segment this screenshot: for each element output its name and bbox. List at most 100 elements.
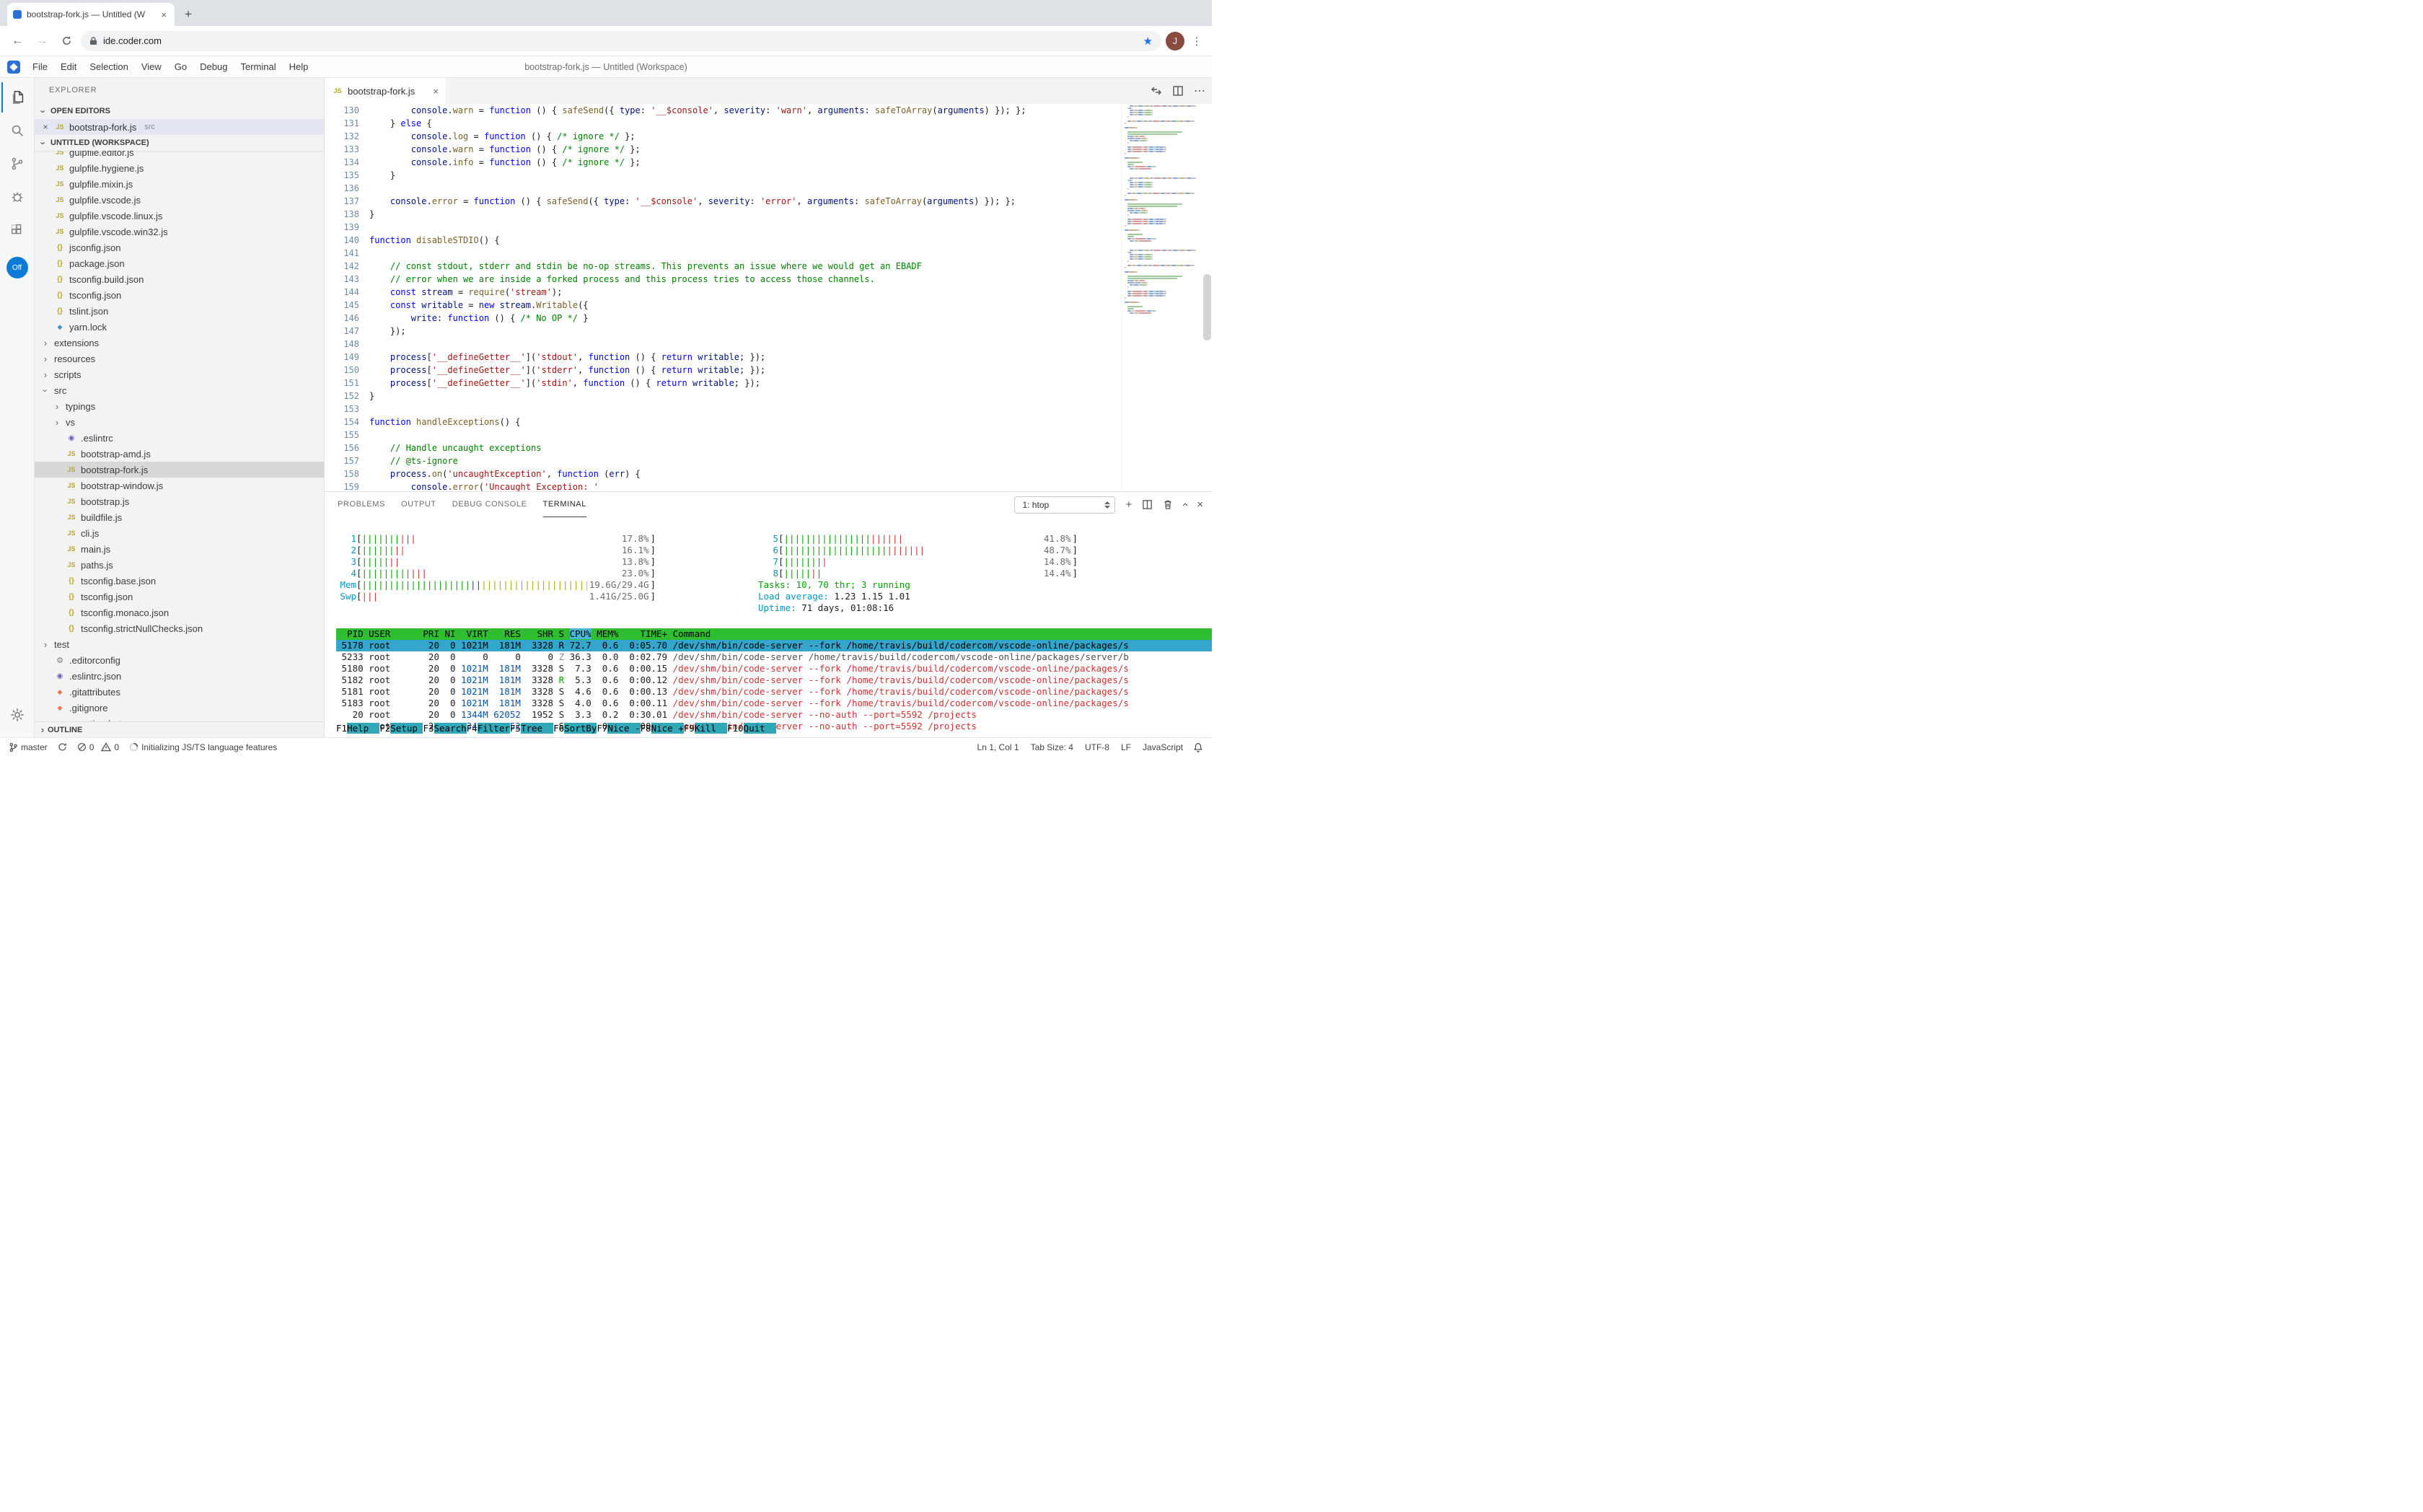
htop-process-row[interactable]: 20 root 20 0 1344M 62052 1952 S 3.3 0.2 … xyxy=(336,709,1212,721)
open-changes-icon[interactable] xyxy=(1151,85,1162,97)
tree-item[interactable]: {}package.json xyxy=(35,255,324,271)
tree-item[interactable]: ◉.eslintrc.json xyxy=(35,668,324,684)
tree-item[interactable]: {}tsconfig.monaco.json xyxy=(35,605,324,620)
tree-item[interactable]: JSbuildfile.js xyxy=(35,509,324,525)
status-item[interactable]: UTF-8 xyxy=(1085,742,1109,752)
browser-menu-icon[interactable]: ⋮ xyxy=(1189,35,1205,48)
tree-item[interactable]: ◆.gitattributes xyxy=(35,684,324,700)
tree-item[interactable]: JSmain.js xyxy=(35,541,324,557)
menu-view[interactable]: View xyxy=(135,56,168,78)
htop-process-row[interactable]: 5178 root 20 0 1021M 181M 3328 R 72.7 0.… xyxy=(336,640,1212,651)
menu-help[interactable]: Help xyxy=(283,56,315,78)
tree-item[interactable]: ◆yarn.lock xyxy=(35,319,324,335)
split-terminal-icon[interactable] xyxy=(1142,499,1153,510)
tree-item[interactable]: {}jsconfig.json xyxy=(35,239,324,255)
tree-item[interactable]: JSbootstrap-fork.js xyxy=(35,462,324,478)
tree-item[interactable]: ›scripts xyxy=(35,366,324,382)
bookmark-star-icon[interactable]: ★ xyxy=(1143,35,1153,48)
forward-icon[interactable]: → xyxy=(32,31,52,51)
tree-item[interactable]: ›src xyxy=(35,382,324,398)
tree-item[interactable]: ›vs xyxy=(35,414,324,430)
panel-tab-terminal[interactable]: TERMINAL xyxy=(543,493,586,517)
status-item[interactable]: Ln 1, Col 1 xyxy=(977,742,1019,752)
terminal-select[interactable]: 1: htop xyxy=(1014,496,1115,514)
close-icon[interactable]: × xyxy=(40,122,50,132)
branch-indicator[interactable]: master xyxy=(9,742,48,752)
source-control-icon[interactable] xyxy=(1,149,33,179)
tree-item[interactable]: ◉.eslintrc xyxy=(35,430,324,446)
tree-item[interactable]: JSgulpfile.vscode.js xyxy=(35,192,324,208)
split-editor-icon[interactable] xyxy=(1172,85,1184,97)
outline-header[interactable]: › OUTLINE xyxy=(35,721,324,737)
tree-item[interactable]: JSbootstrap-window.js xyxy=(35,478,324,493)
problems-indicator[interactable]: 0 0 xyxy=(77,742,119,752)
open-editors-header[interactable]: › OPEN EDITORS xyxy=(35,103,324,119)
close-panel-icon[interactable]: × xyxy=(1197,499,1203,510)
tree-item[interactable]: {}tsconfig.strictNullChecks.json xyxy=(35,620,324,636)
tree-item[interactable]: JSbootstrap-amd.js xyxy=(35,446,324,462)
htop-process-row[interactable]: 5233 root 20 0 0 0 0 Z 36.3 0.0 0:02.79 … xyxy=(336,651,1212,663)
tree-item[interactable]: ›extensions xyxy=(35,335,324,351)
tree-item[interactable]: {}tsconfig.build.json xyxy=(35,271,324,287)
tree-item[interactable]: ⚙.editorconfig xyxy=(35,652,324,668)
workspace-header[interactable]: › UNTITLED (WORKSPACE) xyxy=(35,135,324,151)
tree-item[interactable]: JSgulpfile.vscode.linux.js xyxy=(35,208,324,224)
menu-edit[interactable]: Edit xyxy=(54,56,83,78)
more-actions-icon[interactable]: ⋯ xyxy=(1194,84,1206,98)
close-tab-icon[interactable]: × xyxy=(159,9,169,20)
tree-item[interactable]: ›test xyxy=(35,636,324,652)
new-terminal-icon[interactable]: + xyxy=(1125,499,1132,510)
tree-item[interactable]: JSpaths.js xyxy=(35,557,324,573)
tree-item[interactable]: {}tsconfig.json xyxy=(35,589,324,605)
extensions-icon[interactable] xyxy=(1,215,33,245)
sync-button[interactable] xyxy=(58,742,67,752)
tree-item[interactable]: JSgulpfile.mixin.js xyxy=(35,176,324,192)
panel-tab-output[interactable]: OUTPUT xyxy=(401,493,436,517)
status-item[interactable]: Tab Size: 4 xyxy=(1031,742,1073,752)
tree-item[interactable]: JSgulpfile.hygiene.js xyxy=(35,160,324,176)
htop-process-row[interactable]: 5183 root 20 0 1021M 181M 3328 S 4.0 0.6… xyxy=(336,698,1212,709)
panel-tab-problems[interactable]: PROBLEMS xyxy=(338,493,385,517)
menu-go[interactable]: Go xyxy=(168,56,193,78)
menu-selection[interactable]: Selection xyxy=(83,56,134,78)
htop-process-row[interactable]: 5181 root 20 0 1021M 181M 3328 S 4.6 0.6… xyxy=(336,686,1212,698)
menu-debug[interactable]: Debug xyxy=(193,56,234,78)
menu-terminal[interactable]: Terminal xyxy=(234,56,282,78)
tree-item[interactable]: {}tslint.json xyxy=(35,303,324,319)
terminal[interactable]: 1[||||||||||17.8%]2[||||||||16.1%]3[||||… xyxy=(325,517,1212,737)
search-icon[interactable] xyxy=(1,115,33,146)
explorer-icon[interactable] xyxy=(1,82,33,113)
reload-icon[interactable] xyxy=(56,31,76,51)
status-item[interactable]: JavaScript xyxy=(1143,742,1183,752)
tree-item[interactable]: ›resources xyxy=(35,351,324,366)
collaboration-off-badge[interactable]: Off xyxy=(6,257,28,278)
minimap[interactable] xyxy=(1121,104,1202,491)
app-logo[interactable] xyxy=(7,61,20,74)
close-icon[interactable]: × xyxy=(433,86,439,97)
editor-tab-active[interactable]: JS bootstrap-fork.js × xyxy=(325,78,446,104)
status-item[interactable]: LF xyxy=(1121,742,1131,752)
open-editor-item[interactable]: × JS bootstrap-fork.js src xyxy=(35,119,324,135)
tree-item[interactable]: □.mention-bot xyxy=(35,716,324,721)
tree-item[interactable]: {}tsconfig.json xyxy=(35,287,324,303)
code-editor[interactable]: 1301311321331341351361371381391401411421… xyxy=(325,104,1212,491)
htop-process-row[interactable]: 5180 root 20 0 1021M 181M 3328 S 7.3 0.6… xyxy=(336,663,1212,674)
notifications-bell-icon[interactable] xyxy=(1193,742,1203,752)
tree-item[interactable]: JSgulpfile.editor.js xyxy=(35,151,324,160)
editor-scrollbar[interactable] xyxy=(1203,274,1211,340)
address-bar[interactable]: ide.coder.com ★ xyxy=(81,31,1161,51)
maximize-panel-icon[interactable]: › xyxy=(1179,503,1190,506)
avatar[interactable]: J xyxy=(1166,32,1184,50)
tree-item[interactable]: JSgulpfile.vscode.win32.js xyxy=(35,224,324,239)
menu-file[interactable]: File xyxy=(26,56,54,78)
tree-item[interactable]: ›typings xyxy=(35,398,324,414)
htop-process-row[interactable]: 5182 root 20 0 1021M 181M 3328 R 5.3 0.6… xyxy=(336,674,1212,686)
settings-gear-icon[interactable] xyxy=(1,700,33,730)
browser-tab[interactable]: bootstrap-fork.js — Untitled (W × xyxy=(7,3,175,26)
panel-tab-debug-console[interactable]: DEBUG CONSOLE xyxy=(452,493,527,517)
tree-item[interactable]: JScli.js xyxy=(35,525,324,541)
tree-item[interactable]: ◆.gitignore xyxy=(35,700,324,716)
new-tab-button[interactable]: + xyxy=(179,5,198,24)
tree-item[interactable]: JSbootstrap.js xyxy=(35,493,324,509)
debug-icon[interactable] xyxy=(1,182,33,212)
